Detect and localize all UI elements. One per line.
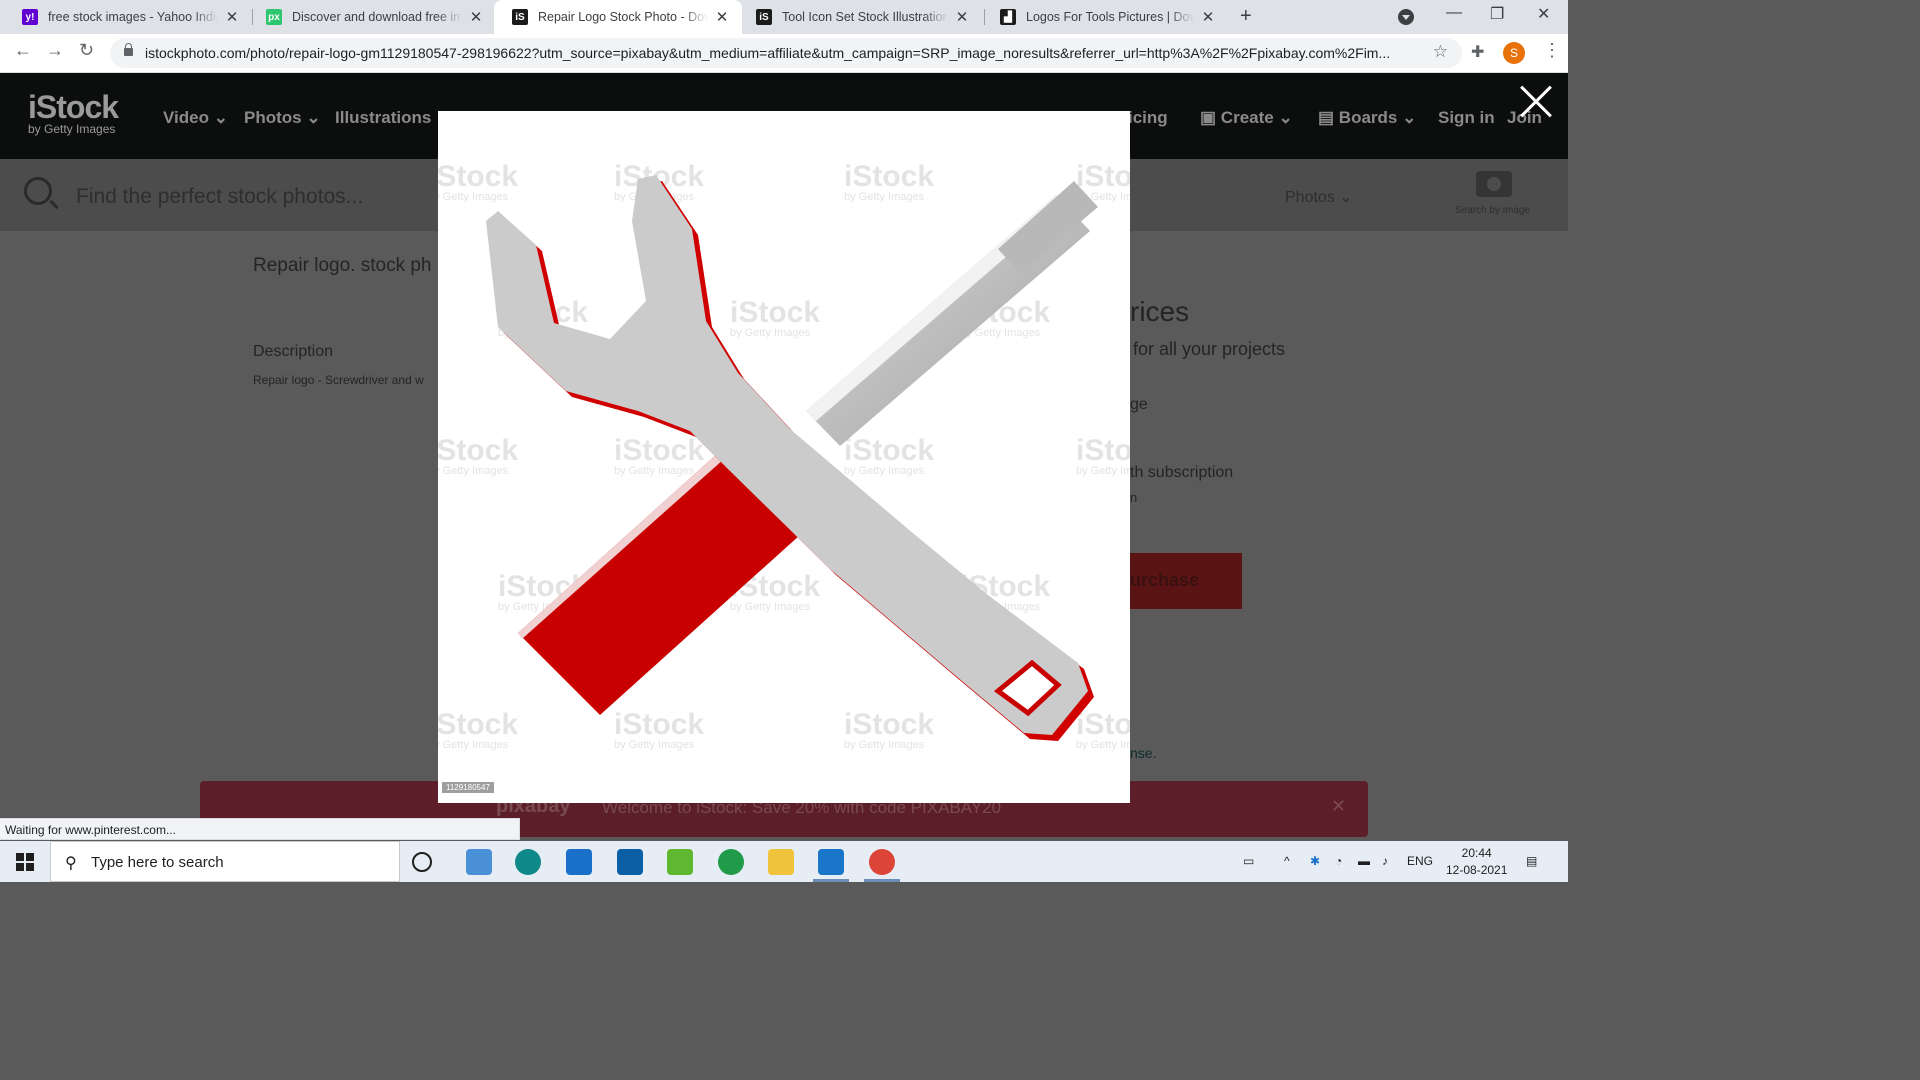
chrome-icon[interactable] xyxy=(869,849,895,875)
yahoo-icon: y! xyxy=(22,9,38,25)
taskbar-search-placeholder[interactable]: Type here to search xyxy=(91,854,224,871)
volume-icon[interactable]: ♪ xyxy=(1382,854,1388,868)
pixabay-icon: px xyxy=(266,9,282,25)
tab-title: Logos For Tools Pictures | Download Free… xyxy=(1026,10,1194,24)
istock-icon: iS xyxy=(756,9,772,25)
bookmark-star-icon[interactable]: ☆ xyxy=(1433,42,1448,62)
mail-icon[interactable] xyxy=(566,849,592,875)
windows-start-icon[interactable] xyxy=(16,853,34,871)
notification-icon[interactable]: ▤ xyxy=(1526,854,1537,868)
tab-title: Repair Logo Stock Photo - Download Image… xyxy=(538,10,708,24)
tab-logos-for-tools[interactable]: ▟ Logos For Tools Pictures | Download Fr… xyxy=(982,0,1228,34)
option-image[interactable]: ge xyxy=(1130,396,1148,414)
lock-icon[interactable] xyxy=(124,43,133,56)
forward-icon[interactable]: → xyxy=(46,40,64,61)
files-app-icon[interactable] xyxy=(466,849,492,875)
whatsapp-icon[interactable] xyxy=(718,849,744,875)
search-icon: ⚲ xyxy=(65,855,77,872)
tab-pixabay[interactable]: px Discover and download free images ✕ xyxy=(248,0,496,34)
clock-time: 20:44 xyxy=(1461,846,1492,860)
camera-icon[interactable] xyxy=(1476,171,1512,197)
dell-icon[interactable] xyxy=(617,849,643,875)
clock-date: 12-08-2021 xyxy=(1446,863,1508,877)
nav-photos[interactable]: Photos ⌄ xyxy=(244,108,321,128)
image-id-label: 1129180547 xyxy=(442,782,494,793)
language-indicator[interactable]: ENG xyxy=(1407,854,1433,868)
option-subscription[interactable]: th subscription xyxy=(1130,464,1233,482)
tab-yahoo-search[interactable]: y! free stock images - Yahoo India Searc… xyxy=(4,0,252,34)
nav-video[interactable]: Video ⌄ xyxy=(163,108,228,128)
site-search-input[interactable]: Find the perfect stock photos... xyxy=(76,185,363,209)
tab-search-icon[interactable] xyxy=(1398,9,1414,25)
new-tab-button[interactable]: + xyxy=(1240,5,1252,28)
close-icon[interactable]: ✕ xyxy=(224,8,240,26)
prices-heading: rices xyxy=(1130,296,1190,327)
reload-icon[interactable]: ↻ xyxy=(79,40,94,61)
promo-close-icon[interactable]: ✕ xyxy=(1331,796,1346,817)
option-subscription-detail: n xyxy=(1130,490,1138,505)
browser-toolbar: ← → ↻ istockphoto.com/photo/repair-logo-… xyxy=(0,34,1568,73)
nav-create[interactable]: ▣ Create ⌄ xyxy=(1200,108,1293,128)
close-icon[interactable]: ✕ xyxy=(468,8,484,26)
media-type-filter[interactable]: Photos ⌄ xyxy=(1285,187,1353,207)
description-heading: Description xyxy=(253,343,334,360)
tray-overflow-icon[interactable]: ^ xyxy=(1284,854,1290,868)
nav-illustrations[interactable]: Illustrations ⌄ xyxy=(335,108,450,128)
profile-avatar[interactable]: S xyxy=(1503,42,1525,64)
minimize-icon[interactable]: — xyxy=(1446,4,1462,22)
menu-icon[interactable]: ⋮ xyxy=(1543,40,1561,61)
taskbar-search-box[interactable]: ⚲ Type here to search xyxy=(50,841,400,882)
image-preview-modal: iStockby Getty Images iStockby Getty Ima… xyxy=(438,111,1130,803)
taskbar-clock[interactable]: 20:44 12-08-2021 xyxy=(1446,845,1507,879)
window-close-icon[interactable]: ✕ xyxy=(1537,4,1550,24)
bluestacks-icon[interactable] xyxy=(667,849,693,875)
file-explorer-icon[interactable] xyxy=(768,849,794,875)
wifi-icon[interactable]: ◔ xyxy=(1335,854,1342,868)
modal-close-icon[interactable] xyxy=(1518,84,1554,120)
purchase-label: urchase xyxy=(1130,570,1200,590)
nav-pricing[interactable]: icing xyxy=(1128,108,1168,128)
page-title: Repair logo. stock ph xyxy=(253,255,432,276)
close-icon[interactable]: ✕ xyxy=(954,8,970,26)
news-widget-icon[interactable]: ▭ xyxy=(1243,854,1254,868)
tab-tool-icon-set[interactable]: iS Tool Icon Set Stock Illustration - Do… xyxy=(738,0,982,34)
task-view-icon[interactable] xyxy=(412,852,432,872)
description-text: Repair logo - Screwdriver and w xyxy=(253,373,424,387)
prices-subheading: for all your projects xyxy=(1133,339,1286,359)
extensions-icon[interactable]: ✚ xyxy=(1471,42,1484,62)
search-icon xyxy=(24,177,52,205)
edge-icon[interactable] xyxy=(515,849,541,875)
tab-repair-logo[interactable]: iS Repair Logo Stock Photo - Download Im… xyxy=(494,0,742,34)
bluetooth-icon[interactable]: ✱ xyxy=(1310,854,1320,868)
nav-sign-in[interactable]: Sign in xyxy=(1438,108,1495,128)
license-link[interactable]: nse. xyxy=(1130,745,1156,761)
status-bar: Waiting for www.pinterest.com... xyxy=(0,818,520,840)
back-icon[interactable]: ← xyxy=(14,40,32,61)
close-icon[interactable]: ✕ xyxy=(1200,8,1216,26)
istock-logo[interactable]: iStock by Getty Images xyxy=(28,89,119,136)
tab-title: Tool Icon Set Stock Illustration - Downl… xyxy=(782,10,948,24)
chrome-active-indicator xyxy=(864,879,900,882)
address-bar[interactable]: istockphoto.com/photo/repair-logo-gm1129… xyxy=(110,38,1462,68)
tab-strip: y! free stock images - Yahoo India Searc… xyxy=(0,0,1568,34)
vscode-active-indicator xyxy=(813,879,849,882)
nav-boards[interactable]: ▤ Boards ⌄ xyxy=(1318,108,1416,128)
battery-icon[interactable]: ▬ xyxy=(1358,854,1370,868)
vscode-icon[interactable] xyxy=(818,849,844,875)
windows-taskbar: ⚲ Type here to search ▭ ^ ✱ ◔ ▬ ♪ ENG 20… xyxy=(0,841,1568,882)
restore-icon[interactable]: ❐ xyxy=(1490,4,1504,24)
tab-title: Discover and download free images xyxy=(292,10,462,24)
tab-title: free stock images - Yahoo India Search R… xyxy=(48,10,218,24)
search-by-image-label[interactable]: Search by image xyxy=(1455,205,1530,216)
dreamstime-icon: ▟ xyxy=(1000,9,1016,25)
url-text[interactable]: istockphoto.com/photo/repair-logo-gm1129… xyxy=(145,45,1390,61)
istock-icon: iS xyxy=(512,9,528,25)
repair-logo-image xyxy=(486,175,1098,741)
close-icon[interactable]: ✕ xyxy=(714,8,730,26)
